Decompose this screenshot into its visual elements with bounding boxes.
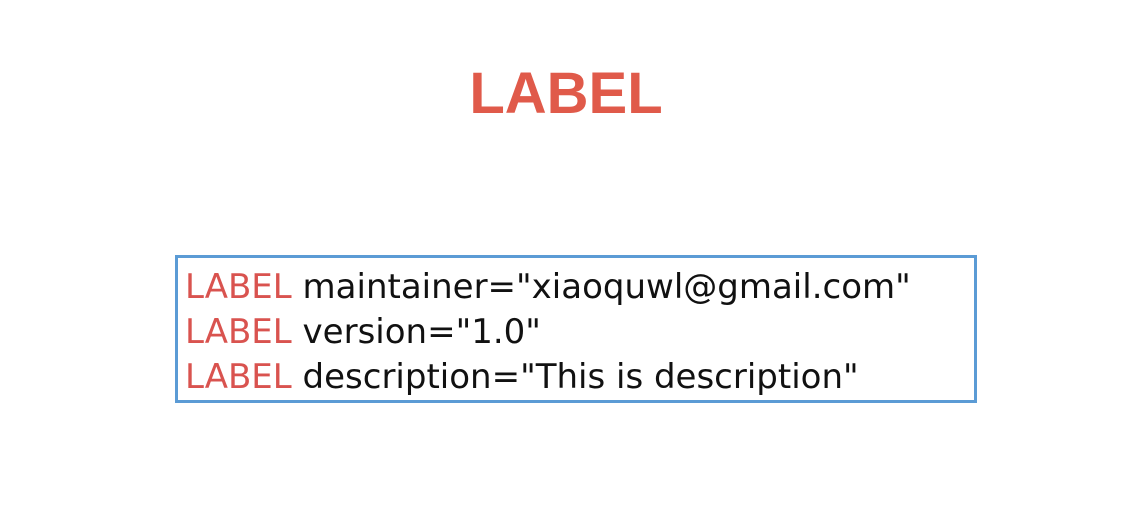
code-line-version: LABEL version="1.0" bbox=[185, 310, 974, 355]
code-line-description: LABEL description="This is description" bbox=[185, 355, 974, 400]
code-keyword: LABEL bbox=[185, 312, 292, 352]
code-line-maintainer: LABEL maintainer="xiaoquwl@gmail.com" bbox=[185, 265, 974, 310]
slide: LABEL LABEL maintainer="xiaoquwl@gmail.c… bbox=[0, 0, 1132, 517]
code-box: LABEL maintainer="xiaoquwl@gmail.com" LA… bbox=[175, 255, 977, 403]
code-argument: maintainer="xiaoquwl@gmail.com" bbox=[302, 267, 911, 307]
slide-title: LABEL bbox=[469, 61, 663, 126]
code-keyword: LABEL bbox=[185, 357, 292, 397]
code-argument: version="1.0" bbox=[302, 312, 541, 352]
code-keyword: LABEL bbox=[185, 267, 292, 307]
code-argument: description="This is description" bbox=[302, 357, 859, 397]
